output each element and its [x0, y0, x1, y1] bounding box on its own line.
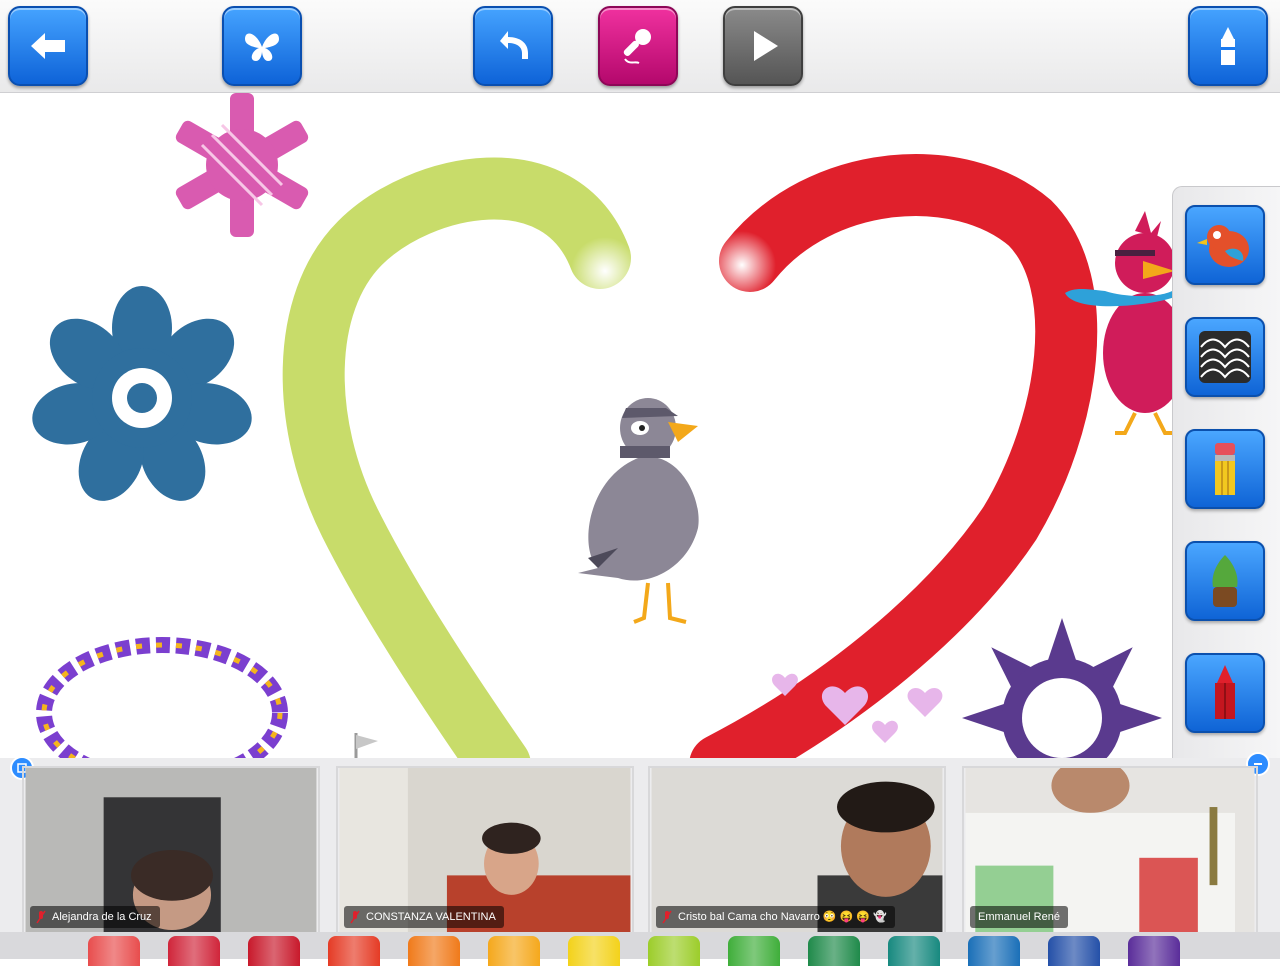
- back-button[interactable]: [8, 6, 88, 86]
- green-heart-stroke: [282, 157, 631, 796]
- participant-name-label: Alejandra de la Cruz: [30, 906, 160, 928]
- participant-name-label: Cristo bal Cama cho Navarro 😳 😝 😝 👻: [656, 906, 895, 928]
- mic-muted-icon: [350, 910, 360, 924]
- participant-tile-2[interactable]: CONSTANZA VALENTINA: [336, 766, 634, 934]
- crayon-color-swatch[interactable]: [808, 936, 860, 966]
- crayon-icon: [1221, 27, 1235, 65]
- play-button[interactable]: [723, 6, 803, 86]
- brush-icon: [1212, 555, 1238, 607]
- crayon-color-swatch[interactable]: [248, 936, 300, 966]
- pigeon-sticker: [578, 398, 699, 624]
- crayon-color-swatch[interactable]: [488, 936, 540, 966]
- participant-tile-1[interactable]: Alejandra de la Cruz: [22, 766, 320, 934]
- pencil-tool[interactable]: [1185, 429, 1265, 509]
- canvas-art: [32, 93, 1187, 796]
- crayon-palette: [0, 932, 1280, 966]
- crayon-color-swatch[interactable]: [168, 936, 220, 966]
- stamp-tool[interactable]: [1185, 205, 1265, 285]
- blue-flower-sticker: [32, 286, 252, 501]
- crayon-color-swatch[interactable]: [1048, 936, 1100, 966]
- crayon-color-swatch[interactable]: [568, 936, 620, 966]
- pattern-icon: [1199, 331, 1251, 383]
- participant-name-label: Emmanuel René: [970, 906, 1068, 928]
- top-toolbar: [0, 0, 1280, 93]
- participant-tile-3[interactable]: Cristo bal Cama cho Navarro 😳 😝 😝 👻: [648, 766, 946, 934]
- crayon-color-swatch[interactable]: [888, 936, 940, 966]
- pencil-icon: [1215, 443, 1235, 495]
- tool-panel: [1172, 186, 1280, 771]
- brush-tool[interactable]: [1185, 541, 1265, 621]
- participant-tile-4[interactable]: Emmanuel René: [962, 766, 1258, 934]
- pattern-tool[interactable]: [1185, 317, 1265, 397]
- participant-name-label: CONSTANZA VALENTINA: [344, 906, 504, 928]
- crayon-tool[interactable]: [1185, 653, 1265, 733]
- crayon-color-swatch[interactable]: [88, 936, 140, 966]
- mic-muted-icon: [662, 910, 672, 924]
- pink-snowflake-sticker: [175, 93, 309, 237]
- microphone-icon: [623, 29, 651, 64]
- drawing-canvas[interactable]: [0, 93, 1280, 796]
- undo-arrow-icon: [500, 31, 528, 59]
- stickers-button[interactable]: [222, 6, 302, 86]
- crayon-button[interactable]: [1188, 6, 1268, 86]
- play-icon: [754, 31, 778, 61]
- record-button[interactable]: [598, 6, 678, 86]
- crayon-color-swatch[interactable]: [328, 936, 380, 966]
- crayon-color-swatch[interactable]: [408, 936, 460, 966]
- red-crayon-icon: [1215, 665, 1235, 719]
- bird-stamp-icon: [1197, 225, 1249, 267]
- arrow-left-icon: [31, 33, 65, 59]
- purple-flake-sticker: [962, 618, 1162, 778]
- crayon-color-swatch[interactable]: [728, 936, 780, 966]
- participant-strip: Alejandra de la Cruz CONSTANZA VALENTINA…: [0, 752, 1280, 936]
- butterfly-icon: [245, 33, 279, 61]
- crayon-color-swatch[interactable]: [968, 936, 1020, 966]
- undo-button[interactable]: [473, 6, 553, 86]
- crayon-color-swatch[interactable]: [648, 936, 700, 966]
- mic-muted-icon: [36, 910, 46, 924]
- crayon-color-swatch[interactable]: [1128, 936, 1180, 966]
